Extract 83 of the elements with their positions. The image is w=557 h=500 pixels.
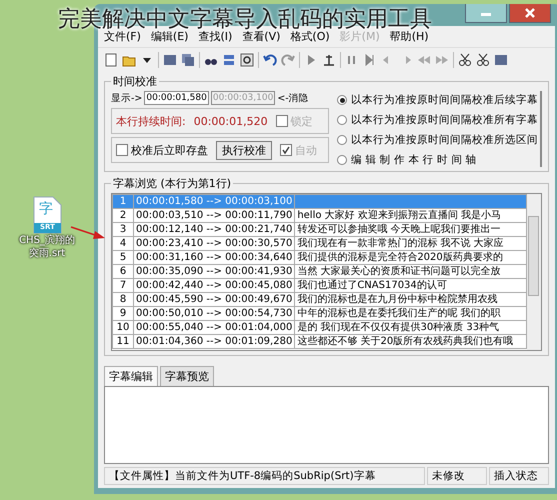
- table-cell: 8: [112, 292, 134, 306]
- table-cell: 7: [112, 278, 134, 292]
- table-cell: 这些都还不够 关于20版所有农残药典我们也有哦: [294, 334, 526, 348]
- table-cell: 中年的混标也是在委托我们生产的呢 我们的职: [294, 306, 526, 320]
- text-area[interactable]: [104, 386, 549, 464]
- table-cell: 1: [112, 194, 134, 208]
- save-checkbox[interactable]: 校准后立即存盘: [116, 142, 208, 158]
- radio-button[interactable]: [337, 115, 347, 125]
- radio-button[interactable]: [337, 135, 347, 145]
- table-cell: 我们现在有一款非常热门的混标 我不说 大家应: [294, 236, 526, 250]
- close-button[interactable]: [509, 4, 551, 23]
- table-cell: 当然 大家最关心的资质和证书问题可以完全放: [294, 264, 526, 278]
- table-cell: 11: [112, 334, 134, 348]
- menu-item[interactable]: 帮助(H): [390, 29, 429, 44]
- caption: 完美解决中文字幕导入乱码的实用工具: [58, 6, 432, 32]
- status-text: 插入状态: [489, 467, 549, 485]
- table-cell: 2: [112, 208, 134, 222]
- stop-icon[interactable]: [494, 53, 508, 67]
- field-label: <-消隐: [277, 92, 309, 104]
- checkbox-icon: [280, 144, 292, 156]
- table-cell: 9: [112, 306, 134, 320]
- undo-icon[interactable]: [263, 53, 277, 67]
- group-title: 时间校准: [112, 74, 158, 89]
- table-cell: 00:00:03,510 --> 00:00:11,790: [134, 208, 295, 222]
- tab[interactable]: 字幕预览: [160, 366, 214, 386]
- table-cell: 5: [112, 250, 134, 264]
- table-cell: 00:00:35,090 --> 00:00:41,930: [134, 264, 295, 278]
- menu-item[interactable]: 文件(F): [104, 29, 141, 44]
- save-all-icon[interactable]: [181, 53, 195, 67]
- table-cell: 我们也通过了CNAS17034的认可: [294, 278, 526, 292]
- table-cell: 6: [112, 264, 134, 278]
- file-icon[interactable]: [32, 196, 62, 234]
- checkbox-icon: [276, 115, 288, 127]
- menu-item[interactable]: 查找(I): [198, 29, 232, 44]
- calibrate-button[interactable]: 执行校准: [216, 140, 272, 160]
- duration-label: 本行持续时间:: [116, 114, 186, 128]
- table-cell: 00:00:01,580 --> 00:00:03,100: [134, 194, 295, 208]
- status-text: 未修改: [427, 467, 487, 485]
- start-time-field[interactable]: 00:00:01,580: [144, 91, 209, 105]
- table-cell: 我们的混标也是在九月份中标中检院禁用农残: [294, 292, 526, 306]
- redo-icon[interactable]: [281, 53, 295, 67]
- radio-label[interactable]: 以本行为准按原时间间隔校准所有字幕: [351, 113, 538, 127]
- scissors-icon[interactable]: [476, 53, 490, 67]
- table-cell: 00:00:55,040 --> 00:01:04,000: [134, 320, 295, 334]
- radio-label[interactable]: 以本行为准按原时间间隔校准所选区间: [351, 133, 538, 147]
- status-text: 【文件属性】当前文件为UTF-8编码的SubRip(Srt)字幕: [104, 467, 425, 485]
- menu-item[interactable]: 查看(V): [242, 29, 280, 44]
- scrollbar[interactable]: [527, 194, 541, 350]
- group-title: 字幕浏览 (本行为第1行): [112, 176, 232, 191]
- menu-item[interactable]: 编辑(E): [150, 29, 188, 44]
- forward-icon[interactable]: [435, 53, 449, 67]
- table-cell: 10: [112, 320, 134, 334]
- new-file-icon[interactable]: [104, 53, 118, 67]
- checkbox-icon: [116, 144, 128, 156]
- table-cell: 是的 我们现在不仅仅有提供30种液质 33种气: [294, 320, 526, 334]
- scroll-thumb[interactable]: [528, 216, 539, 296]
- radio-label[interactable]: 编 辑 制 作 本 行 时 间 轴: [351, 153, 477, 167]
- table-cell: 00:00:12,140 --> 00:00:21,740: [134, 222, 295, 236]
- table-cell: 00:00:42,440 --> 00:00:45,080: [134, 278, 295, 292]
- radio-label[interactable]: 以本行为准按原时间间隔校准后续字幕: [351, 93, 538, 107]
- radio-button[interactable]: [337, 155, 347, 165]
- close-icon: [525, 8, 535, 18]
- rewind-icon[interactable]: [417, 53, 431, 67]
- menu-item[interactable]: 格式(O): [290, 29, 330, 44]
- table-cell: 00:00:50,010 --> 00:00:54,730: [134, 306, 295, 320]
- table-cell: 00:00:31,160 --> 00:00:34,640: [134, 250, 295, 264]
- field-label: 显示->: [111, 92, 142, 104]
- duration-value: 00:00:01,520: [194, 114, 268, 128]
- minimize-icon: [481, 10, 491, 16]
- tab[interactable]: 字幕编辑: [104, 366, 158, 386]
- table-cell: hello 大家好 欢迎来到振翔云直播间 我是小马: [294, 208, 526, 222]
- table-cell: 00:00:45,590 --> 00:00:49,670: [134, 292, 295, 306]
- radio-button[interactable]: [337, 95, 347, 105]
- table-cell: 00:00:23,410 --> 00:00:30,570: [134, 236, 295, 250]
- file-glyph: 字: [39, 200, 53, 218]
- scissors-icon[interactable]: [458, 53, 472, 67]
- table-cell: 我们提供的混标是完全符合2020版药典要求的: [294, 250, 526, 264]
- table-cell: 00:01:04,360 --> 00:01:09,280: [134, 334, 295, 348]
- table-cell: 3: [112, 222, 134, 236]
- save-icon[interactable]: [163, 53, 177, 67]
- minimize-button[interactable]: [465, 4, 507, 23]
- table-cell: 转发还可以参抽奖哦 今天晚上呢我们要推出一: [294, 222, 526, 236]
- table-cell: 4: [112, 236, 134, 250]
